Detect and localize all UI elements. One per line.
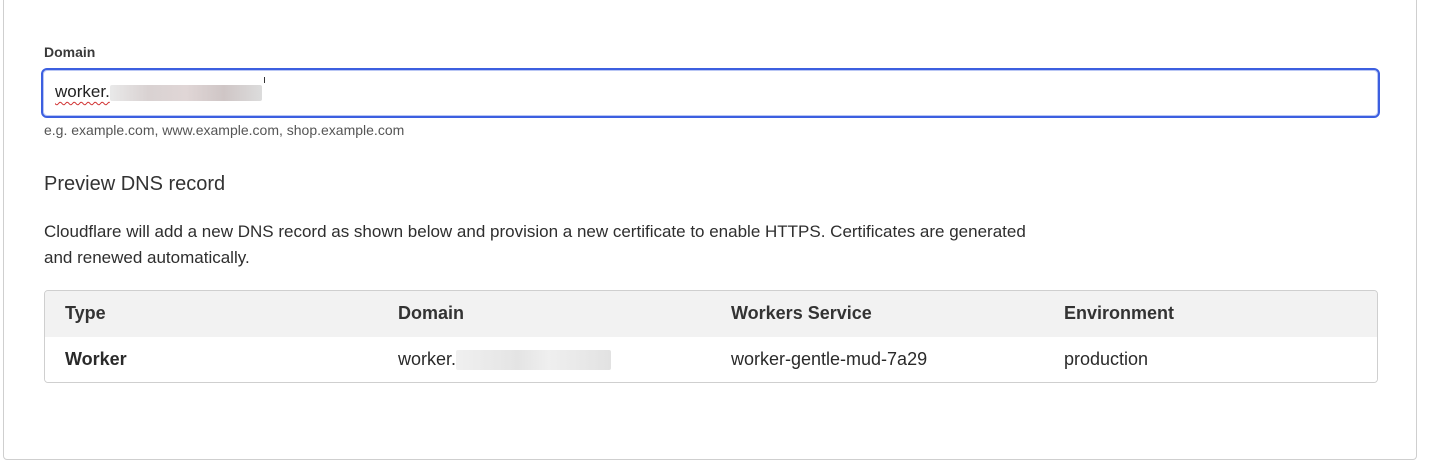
domain-input-typed-text: worker. — [55, 82, 110, 101]
domain-input[interactable]: worker. — [41, 68, 1380, 118]
column-header-environment: Environment — [1064, 303, 1175, 323]
column-header-type: Type — [65, 303, 106, 323]
preview-dns-description: Cloudflare will add a new DNS record as … — [44, 222, 1026, 267]
cell-type: Worker — [65, 349, 127, 369]
cell-environment: production — [1064, 349, 1149, 369]
domain-input-value[interactable]: worker. — [55, 82, 262, 102]
dns-record-table: Type Domain Workers Service Environment … — [44, 290, 1378, 383]
table-header-row: Type Domain Workers Service Environment — [45, 291, 1377, 337]
text-caret — [264, 77, 265, 83]
redacted-block — [109, 84, 262, 101]
cell-domain: worker. — [398, 349, 612, 371]
redacted-block — [456, 350, 612, 371]
table-row: Worker worker. worker-gentle-mud-7a29 pr… — [45, 337, 1377, 382]
domain-hint: e.g. example.com, www.example.com, shop.… — [44, 122, 405, 138]
column-header-workers-service: Workers Service — [731, 303, 872, 323]
column-header-domain: Domain — [398, 303, 465, 323]
cell-workers-service: worker-gentle-mud-7a29 — [731, 349, 928, 369]
cell-domain-text: worker. — [398, 349, 457, 369]
preview-dns-title: Preview DNS record — [44, 173, 226, 195]
domain-field-label: Domain — [44, 44, 96, 60]
